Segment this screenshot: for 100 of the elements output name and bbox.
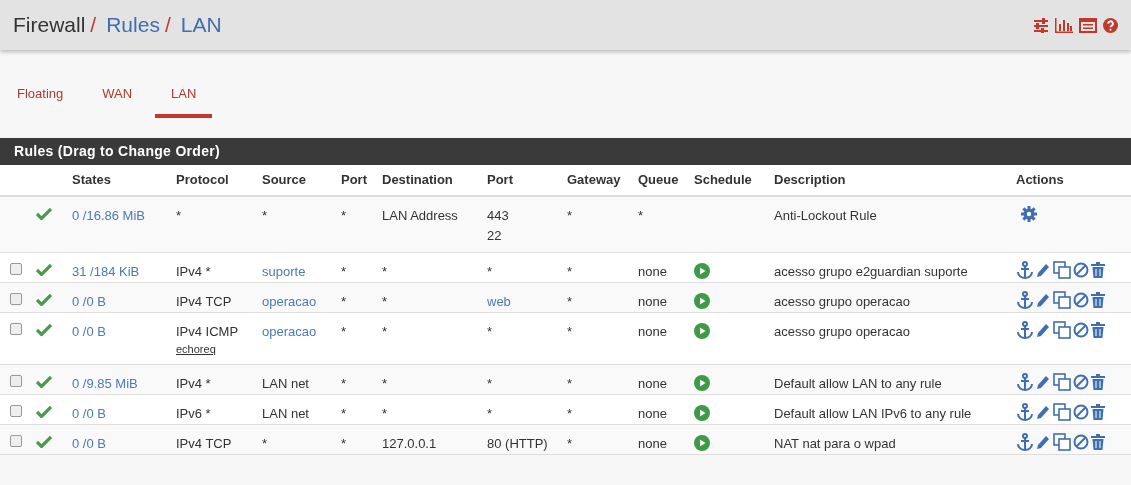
bar-chart-icon[interactable]	[1055, 17, 1073, 33]
port-text: *	[487, 324, 493, 339]
breadcrumb-link[interactable]: LAN	[180, 9, 222, 41]
breadcrumb-separator: /	[164, 12, 171, 39]
anchor-icon[interactable]	[1016, 403, 1034, 421]
states-link[interactable]: 0 /0 B	[72, 324, 106, 339]
anchor-icon[interactable]	[1016, 291, 1034, 309]
list-icon[interactable]	[1079, 17, 1097, 33]
gateway-text: *	[567, 208, 573, 223]
port-text: *	[487, 406, 493, 421]
description-text: acesso grupo operacao	[774, 294, 910, 309]
destination-text: LAN Address	[382, 208, 458, 223]
checkbox[interactable]	[10, 405, 22, 417]
anchor-icon[interactable]	[1016, 261, 1034, 279]
copy-icon[interactable]	[1053, 261, 1071, 279]
copy-icon[interactable]	[1053, 291, 1071, 309]
interface-tab[interactable]: WAN	[86, 84, 149, 118]
trash-icon[interactable]	[1091, 404, 1105, 420]
trash-icon[interactable]	[1091, 322, 1105, 338]
description-text: NAT nat para o wpad	[774, 436, 896, 451]
port-text: 443 22	[487, 208, 509, 243]
states-link[interactable]: 0 /9.85 MiB	[72, 376, 138, 391]
queue-text: none	[638, 294, 667, 309]
sliders-icon[interactable]	[1033, 17, 1049, 33]
column-header: Source	[262, 172, 307, 188]
states-link[interactable]: 0 /16.86 MiB	[72, 208, 145, 223]
port-text: *	[341, 436, 347, 451]
states-link[interactable]: 0 /0 B	[72, 406, 106, 421]
column-header: Schedule	[694, 172, 752, 188]
trash-icon[interactable]	[1091, 262, 1105, 278]
help-icon[interactable]	[1103, 17, 1118, 33]
gateway-text: *	[567, 294, 573, 309]
port-text: *	[487, 376, 493, 391]
column-header: Description	[774, 172, 846, 188]
pencil-icon[interactable]	[1036, 292, 1051, 308]
source-text-link[interactable]: operacao	[262, 324, 317, 339]
protocol-text: IPv4 *	[176, 264, 211, 279]
breadcrumb-link[interactable]: Rules	[106, 9, 160, 41]
destination-text: *	[382, 406, 388, 421]
description-text: Anti-Lockout Rule	[774, 208, 877, 223]
states-link[interactable]: 0 /0 B	[72, 436, 106, 451]
gateway-text: *	[567, 264, 573, 279]
icmp-type-link[interactable]: echoreq	[176, 342, 250, 356]
copy-icon[interactable]	[1053, 433, 1071, 451]
port-text: *	[341, 376, 347, 391]
queue-text: none	[638, 376, 667, 391]
source-text-link[interactable]: operacao	[262, 294, 317, 309]
column-header: Destination	[382, 172, 453, 188]
copy-icon[interactable]	[1053, 373, 1071, 391]
disable-icon[interactable]	[1073, 262, 1089, 278]
disable-icon[interactable]	[1073, 404, 1089, 420]
disable-icon[interactable]	[1073, 322, 1089, 338]
column-header: Protocol	[176, 172, 229, 188]
copy-icon[interactable]	[1053, 403, 1071, 421]
checkbox[interactable]	[10, 293, 22, 305]
destination-text: *	[382, 324, 388, 339]
pencil-icon[interactable]	[1036, 404, 1051, 420]
trash-icon[interactable]	[1091, 434, 1105, 450]
port-text: *	[341, 264, 347, 279]
interface-tab[interactable]: Floating	[1, 84, 80, 118]
source-text: *	[262, 436, 268, 451]
disable-icon[interactable]	[1073, 374, 1089, 390]
states-link[interactable]: 31 /184 KiB	[72, 264, 140, 279]
pencil-icon[interactable]	[1036, 262, 1051, 278]
destination-text: *	[382, 376, 388, 391]
pencil-icon[interactable]	[1036, 322, 1051, 338]
trash-icon[interactable]	[1091, 374, 1105, 390]
disable-icon[interactable]	[1073, 292, 1089, 308]
description-text: acesso grupo operacao	[774, 324, 910, 339]
queue-text: *	[638, 208, 644, 223]
interface-tab[interactable]: LAN	[155, 84, 213, 118]
copy-icon[interactable]	[1053, 321, 1071, 339]
port-text-link[interactable]: web	[487, 294, 511, 309]
destination-text: *	[382, 264, 388, 279]
protocol-text: IPv4 TCP	[176, 436, 232, 451]
column-header: States	[72, 172, 112, 188]
checkbox[interactable]	[10, 263, 22, 275]
disable-icon[interactable]	[1073, 434, 1089, 450]
source-text-link[interactable]: suporte	[262, 264, 306, 279]
description-text: acesso grupo e2guardian suporte	[774, 264, 968, 279]
settings-icon[interactable]	[1021, 206, 1037, 222]
protocol-text: IPv4 *	[176, 376, 211, 391]
anchor-icon[interactable]	[1016, 321, 1034, 339]
checkbox[interactable]	[10, 375, 22, 387]
pencil-icon[interactable]	[1036, 434, 1051, 450]
checkbox[interactable]	[10, 435, 22, 447]
port-text: 80 (HTTP)	[487, 436, 548, 451]
pencil-icon[interactable]	[1036, 374, 1051, 390]
anchor-icon[interactable]	[1016, 373, 1034, 391]
port-text: *	[341, 294, 347, 309]
gateway-text: *	[567, 436, 573, 451]
checkbox[interactable]	[10, 323, 22, 335]
source-text: *	[262, 208, 268, 223]
port-text: *	[341, 324, 347, 339]
panel-title: Rules (Drag to Change Order)	[14, 142, 220, 161]
port-text: *	[341, 406, 347, 421]
protocol-text: IPv4 TCP	[176, 294, 232, 309]
anchor-icon[interactable]	[1016, 433, 1034, 451]
states-link[interactable]: 0 /0 B	[72, 294, 106, 309]
trash-icon[interactable]	[1091, 292, 1105, 308]
